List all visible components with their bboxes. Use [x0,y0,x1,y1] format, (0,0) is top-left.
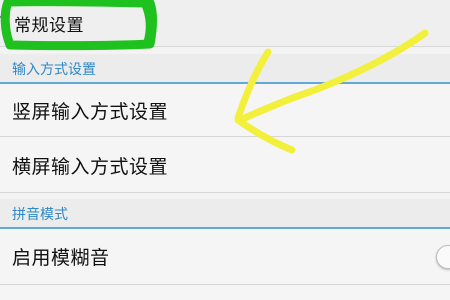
title-bar: 常规设置 [0,0,450,47]
settings-screen: 常规设置 输入方式设置 竖屏输入方式设置 横屏输入方式设置 拼音模式 启用模糊音 [0,0,450,300]
list-item-label: 竖屏输入方式设置 [12,101,169,123]
section-title: 拼音模式 [12,207,68,223]
list-item-landscape-input[interactable]: 横屏输入方式设置 [0,137,450,193]
list-item-partial [0,285,450,300]
section-header-input-method: 输入方式设置 [0,54,450,84]
section-title: 输入方式设置 [12,62,96,78]
page-title: 常规设置 [14,16,84,36]
list-item-portrait-input[interactable]: 竖屏输入方式设置 [0,84,450,137]
list-item-label: 启用模糊音 [12,247,110,269]
list-item-label: 横屏输入方式设置 [12,156,169,178]
fuzzy-pinyin-toggle[interactable] [436,245,450,269]
section-header-pinyin-mode: 拼音模式 [0,199,450,229]
chevron-left-icon[interactable] [0,6,12,28]
list-item-fuzzy-pinyin[interactable]: 启用模糊音 [0,229,450,285]
